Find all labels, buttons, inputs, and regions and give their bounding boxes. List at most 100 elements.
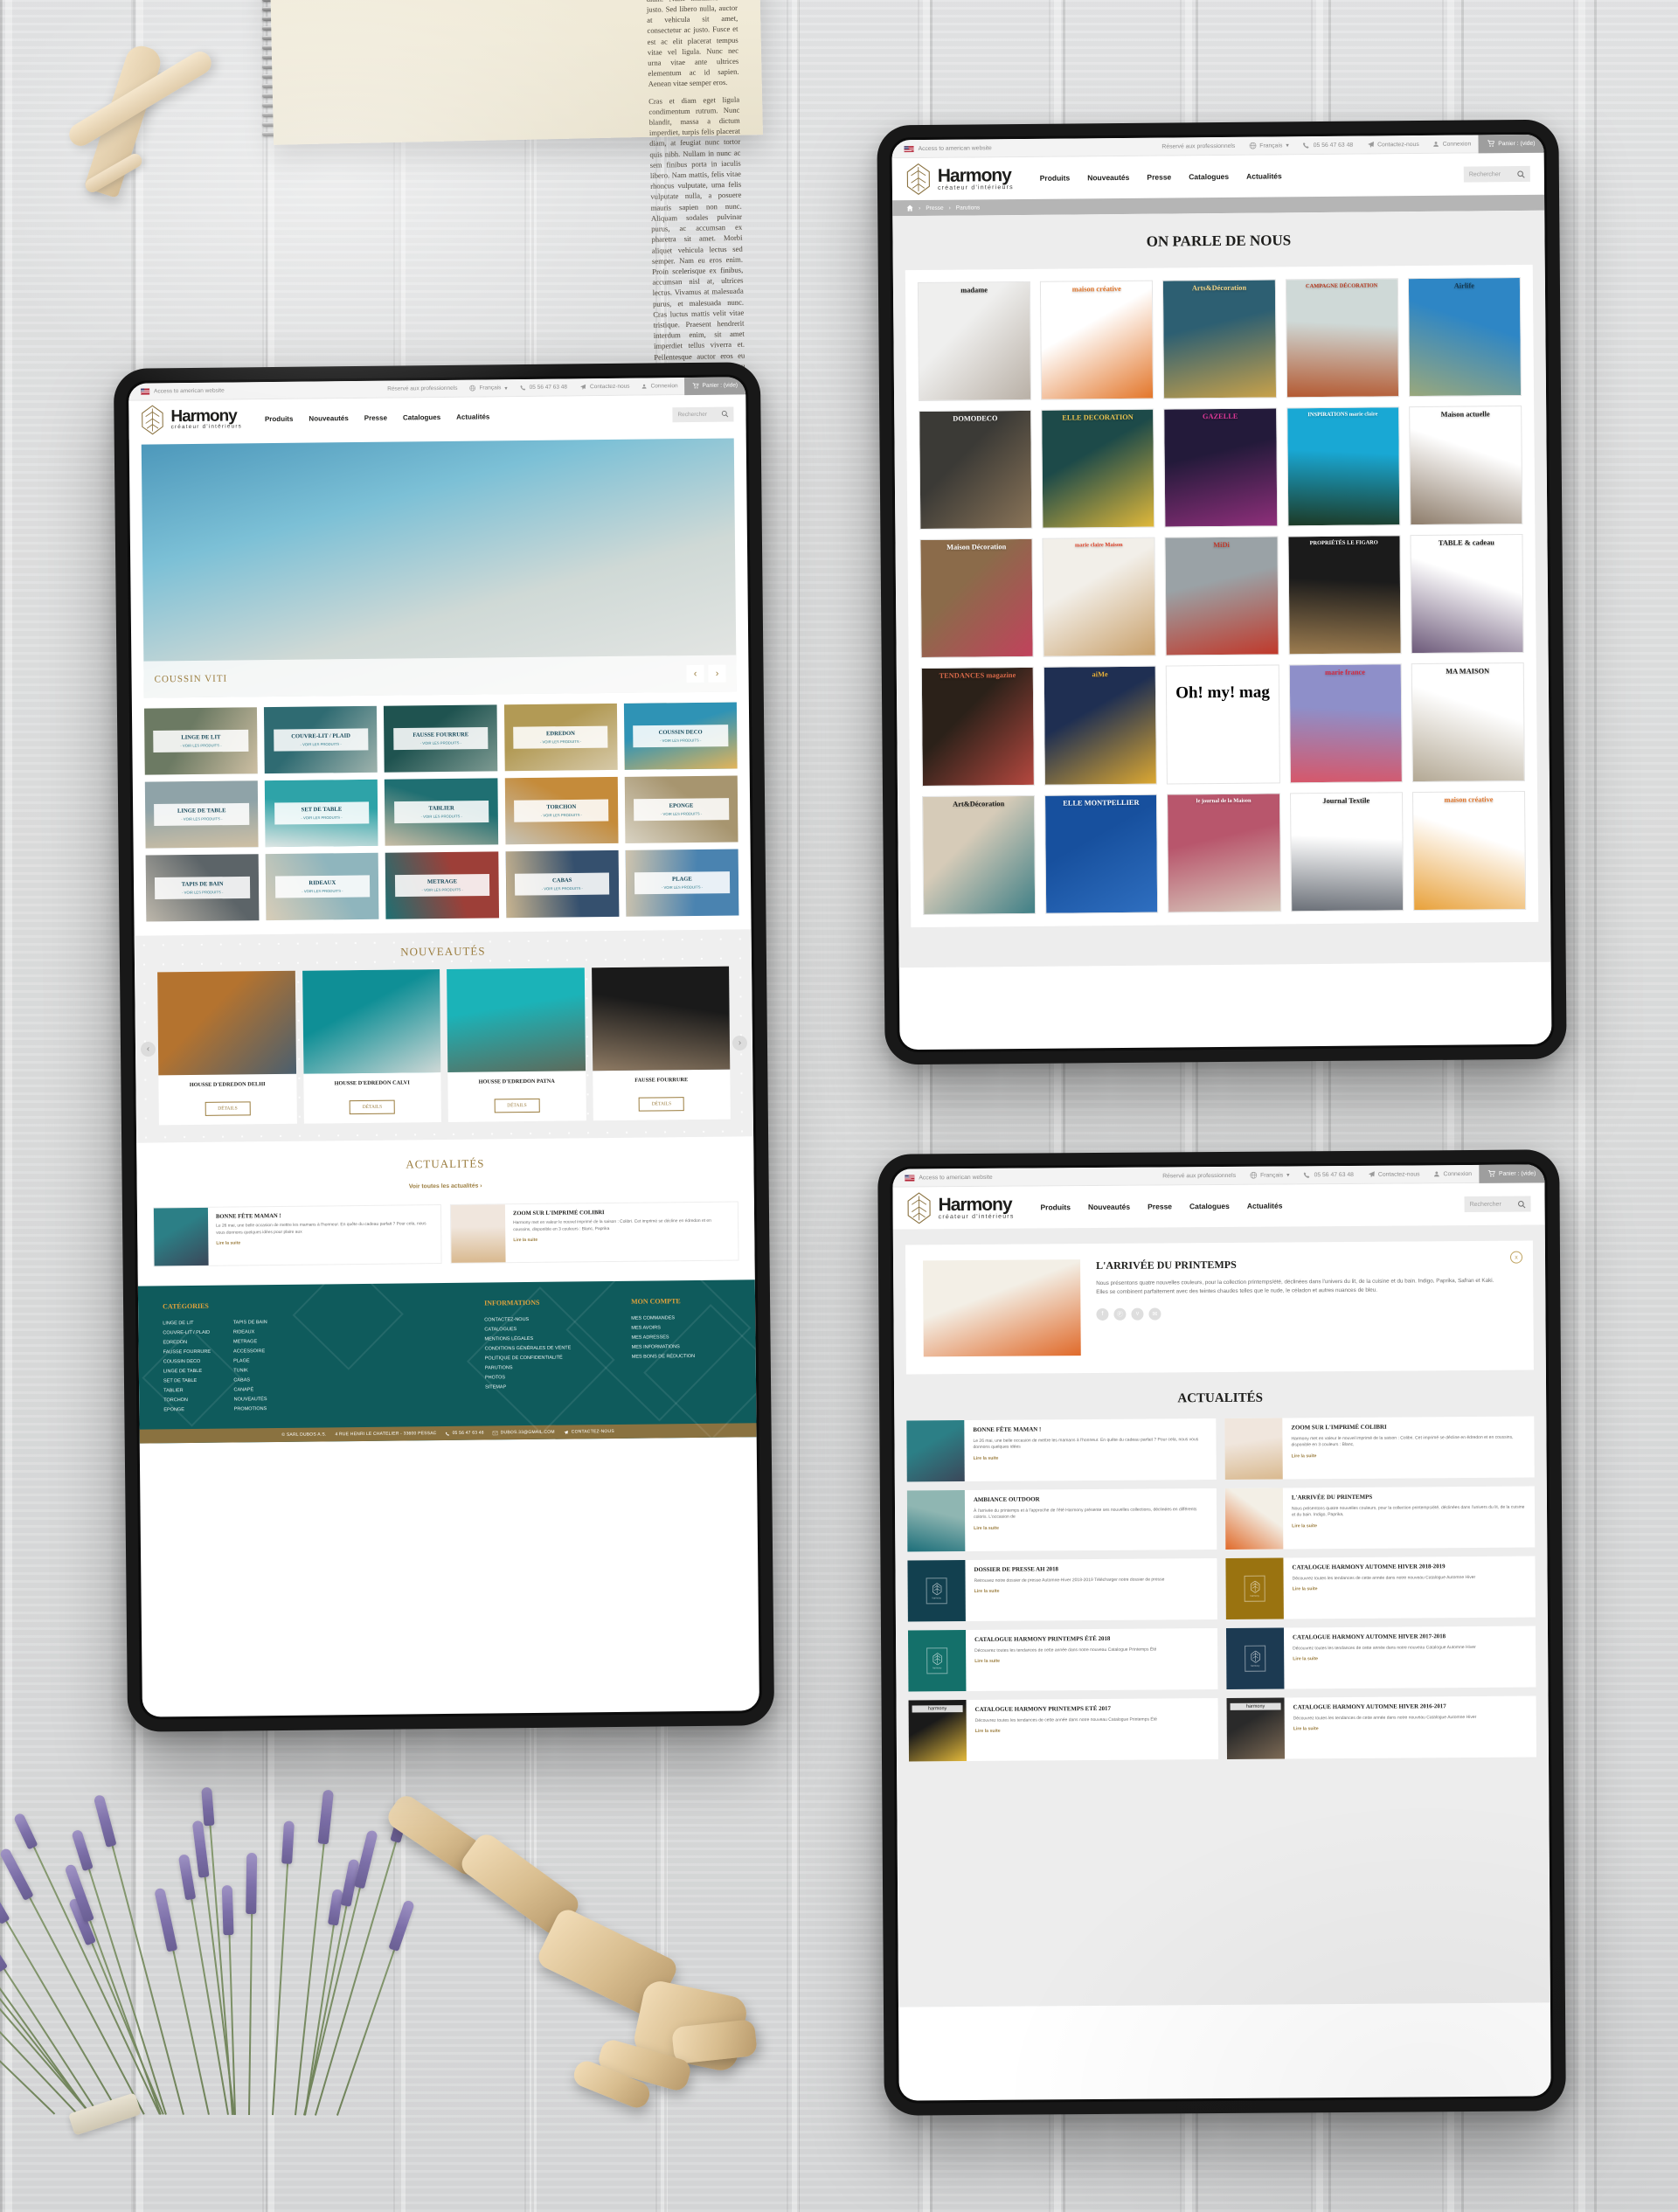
product-details-button[interactable]: DÉTAILS <box>494 1098 540 1113</box>
product-card[interactable]: HOUSSE D'EDREDON PATNA DÉTAILS <box>447 967 586 1122</box>
pro-link[interactable]: Réservé aux professionnels <box>1154 142 1242 149</box>
magazine-cover[interactable]: ELLE MONTPELLIER <box>1044 794 1159 914</box>
brand-logo[interactable]: Harmony créateur d'intérieurs <box>906 1192 1015 1224</box>
news-card[interactable]: BONNE FÊTE MAMAN ! Le 26 mai, une belle … <box>152 1204 442 1267</box>
nav-item-presse[interactable]: Presse <box>1147 172 1171 181</box>
contact-link[interactable]: Contactez-nous <box>1361 1170 1427 1178</box>
category-tile[interactable]: PLAGE - VOIR LES PRODUITS - <box>625 849 739 917</box>
magazine-cover[interactable]: Art&Décoration <box>922 794 1037 915</box>
language-selector[interactable]: Français ▾ <box>1242 142 1296 149</box>
magazine-cover[interactable]: MiDi <box>1164 536 1279 656</box>
news-card[interactable]: harmony DOSSIER DE PRESSE AH 2018 Retrou… <box>907 1558 1217 1622</box>
news-card-readmore[interactable]: Lire la suite <box>974 1587 1209 1594</box>
news-card-readmore[interactable]: Lire la suite <box>975 1727 1210 1734</box>
magazine-cover[interactable]: ELLE DECORATION <box>1041 408 1155 529</box>
news-card-readmore[interactable]: Lire la suite <box>216 1238 433 1246</box>
news-card[interactable]: harmony CATALOGUE HARMONY PRINTEMPS ÉTÉ … <box>907 1628 1218 1692</box>
nav-item-actualites[interactable]: Actualités <box>456 413 489 420</box>
footer-link[interactable]: CANAPÉ <box>233 1385 267 1395</box>
nav-item-actualites[interactable]: Actualités <box>1246 171 1282 180</box>
magazine-cover[interactable]: Maison actuelle <box>1408 405 1523 526</box>
contact-link[interactable]: Contactez-nous <box>1360 141 1426 149</box>
footer-link[interactable]: SITEMAP <box>485 1382 616 1393</box>
news-card[interactable]: AMBIANCE OUTDOOR À l'arrivée du printemp… <box>906 1488 1217 1552</box>
website-news-screen[interactable]: Access to american website Réservé aux p… <box>892 1164 1551 2101</box>
close-icon[interactable]: x <box>1509 1251 1523 1264</box>
product-details-button[interactable]: DÉTAILS <box>638 1097 685 1112</box>
pro-link[interactable]: Réservé aux professionnels <box>1155 1172 1243 1179</box>
category-tile[interactable]: TABLIER - VOIR LES PRODUITS - <box>385 778 499 846</box>
magazine-cover[interactable]: INSPIRATIONS marie claire <box>1286 406 1401 527</box>
news-card-readmore[interactable]: Lire la suite <box>1293 1725 1528 1732</box>
magazine-cover[interactable]: TENDANCES magazine <box>920 666 1036 787</box>
news-card[interactable]: ZOOM SUR L'IMPRIMÉ COLIBRI Harmony met e… <box>449 1201 739 1264</box>
news-card-readmore[interactable]: Lire la suite <box>1292 1522 1526 1529</box>
magazine-cover[interactable]: madame <box>917 281 1032 402</box>
footer-link[interactable]: MES BONS DE RÉDUCTION <box>632 1351 745 1362</box>
product-details-button[interactable]: DÉTAILS <box>205 1101 251 1116</box>
magazine-cover[interactable]: Airlife <box>1407 277 1522 398</box>
nav-item-produits[interactable]: Produits <box>1040 173 1071 182</box>
footer-link[interactable]: EPONGE <box>163 1405 211 1416</box>
category-tile[interactable]: EDREDON - VOIR LES PRODUITS - <box>503 703 618 772</box>
nav-item-presse[interactable]: Presse <box>1148 1202 1172 1210</box>
search-input[interactable]: Rechercher <box>1463 165 1530 183</box>
facebook-icon[interactable]: f <box>1096 1307 1109 1321</box>
see-all-news-link[interactable]: Voir toutes les actualités › <box>409 1183 482 1190</box>
pinterest-icon[interactable]: Ⓟ <box>1113 1307 1127 1321</box>
footer-phone[interactable]: 05 56 47 63 48 <box>453 1431 484 1436</box>
footer-link[interactable]: COUVRE-LIT / PLAID <box>163 1328 211 1339</box>
nav-item-catalogues[interactable]: Catalogues <box>1189 172 1229 181</box>
twitter-icon[interactable]: ᴠ <box>1131 1307 1144 1321</box>
website-press-screen[interactable]: Access to american website Réservé aux p… <box>891 134 1552 1051</box>
category-tile[interactable]: TAPIS DE BAIN - VOIR LES PRODUITS - <box>145 854 260 922</box>
hero-prev-button[interactable]: ‹ <box>686 664 704 683</box>
news-card[interactable]: harmony CATALOGUE HARMONY AUTOMNE HIVER … <box>1226 1695 1537 1759</box>
category-tile[interactable]: SET DE TABLE - VOIR LES PRODUITS - <box>264 779 378 848</box>
search-input[interactable]: Rechercher <box>672 406 734 422</box>
breadcrumb-item-parutions[interactable]: Parutions <box>956 205 981 211</box>
phone-info[interactable]: 05 56 47 63 48 <box>514 384 573 391</box>
footer-link[interactable]: TAPIS DE BAIN <box>233 1318 267 1328</box>
nav-item-presse[interactable]: Presse <box>364 413 387 421</box>
news-card[interactable]: harmony CATALOGUE HARMONY AUTOMNE HIVER … <box>1225 1556 1536 1619</box>
home-icon[interactable] <box>906 205 913 211</box>
cart-button[interactable]: Panier : (vide) <box>1478 134 1544 153</box>
product-details-button[interactable]: DÉTAILS <box>349 1099 396 1115</box>
footer-link[interactable]: METRAGE <box>233 1337 267 1347</box>
news-card-readmore[interactable]: Lire la suite <box>1293 1655 1527 1662</box>
category-tile[interactable]: COUSSIN DECO - VOIR LES PRODUITS - <box>623 702 738 770</box>
american-website-link[interactable]: Access to american website <box>919 1174 992 1181</box>
hero-next-button[interactable]: › <box>708 664 726 683</box>
phone-info[interactable]: 05 56 47 63 48 <box>1297 1171 1361 1179</box>
nav-item-produits[interactable]: Produits <box>1040 1203 1071 1211</box>
nav-item-nouveautes[interactable]: Nouveautés <box>309 414 348 422</box>
magazine-cover[interactable]: GAZELLE <box>1163 407 1278 528</box>
american-website-link[interactable]: Access to american website <box>919 145 992 152</box>
website-home-screen[interactable]: Access to american website Réservé aux p… <box>128 377 759 1717</box>
nav-item-actualites[interactable]: Actualités <box>1247 1202 1283 1210</box>
breadcrumb-item-presse[interactable]: Presse <box>926 205 943 211</box>
email-icon[interactable]: ✉ <box>1148 1307 1161 1321</box>
footer-email[interactable]: DUBOS.33@GMAIL.COM <box>501 1430 555 1436</box>
login-link[interactable]: Connexion <box>1426 140 1479 148</box>
news-card-readmore[interactable]: Lire la suite <box>1293 1585 1527 1592</box>
magazine-cover[interactable]: maison créative <box>1040 280 1154 400</box>
hero-slider[interactable]: COUSSIN VITI ‹ › <box>129 433 749 698</box>
category-tile[interactable]: COUVRE-LIT / PLAID - VOIR LES PRODUITS - <box>264 705 378 774</box>
nouveautes-next-button[interactable]: › <box>732 1035 748 1051</box>
footer-link[interactable]: SET DE TABLE <box>163 1376 211 1387</box>
category-tile[interactable]: TORCHON - VOIR LES PRODUITS - <box>504 776 619 845</box>
nav-item-catalogues[interactable]: Catalogues <box>1189 1202 1230 1210</box>
search-icon[interactable] <box>721 411 729 418</box>
category-tile[interactable]: LINGE DE TABLE - VOIR LES PRODUITS - <box>144 780 259 849</box>
search-icon[interactable] <box>1517 170 1525 178</box>
category-tile[interactable]: METRAGE - VOIR LES PRODUITS - <box>385 851 500 919</box>
footer-link[interactable]: LINGE DE TABLE <box>163 1367 211 1377</box>
footer-contact[interactable]: CONTACTEZ-NOUS <box>572 1429 614 1435</box>
brand-logo[interactable]: Harmony créateur d'intérieurs <box>906 163 1014 196</box>
news-card-readmore[interactable]: Lire la suite <box>1292 1453 1526 1459</box>
news-card[interactable]: harmony CATALOGUE HARMONY PRINTEMPS ETÉ … <box>908 1698 1219 1762</box>
news-card[interactable]: L'ARRIVÉE DU PRINTEMPS Nous présentons q… <box>1224 1486 1536 1550</box>
magazine-cover[interactable]: PROPRIÉTÉS LE FIGARO <box>1287 535 1402 655</box>
